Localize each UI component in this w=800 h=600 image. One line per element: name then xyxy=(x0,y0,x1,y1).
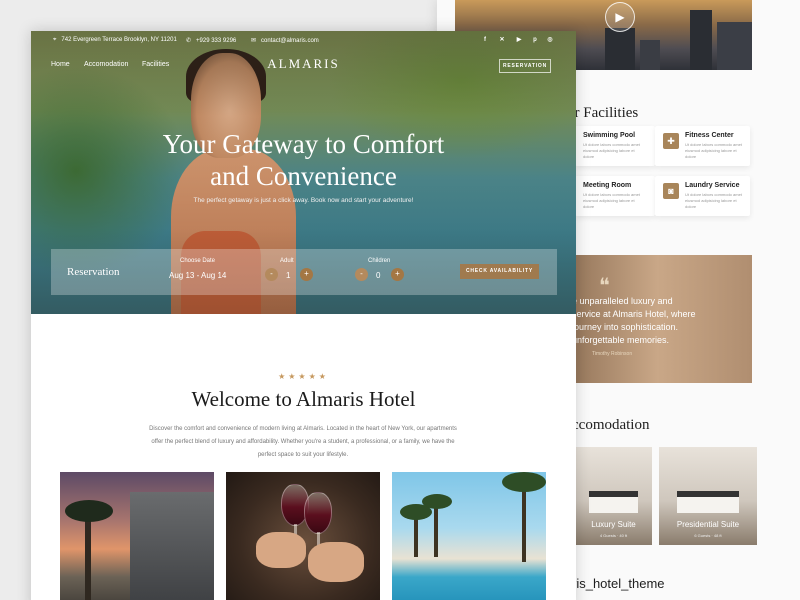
email-item[interactable]: ✉ contact@almaris.com xyxy=(251,37,319,44)
phone-item[interactable]: ✆ +929 333 9296 xyxy=(186,37,236,44)
children-plus-button[interactable]: + xyxy=(391,268,404,281)
facility-name: Laundry Service xyxy=(685,182,740,189)
instagram-handle: ris_hotel_theme xyxy=(572,576,665,591)
address-item: ⌖ 742 Evergreen Terrace Brooklyn, NY 1120… xyxy=(53,37,177,44)
room-card-presidential[interactable]: Presidential Suite 6 Guests · 48 ft xyxy=(659,447,757,545)
room-name: Presidential Suite xyxy=(676,520,740,529)
room-name: Luxury Suite xyxy=(591,520,636,529)
testimonial-author: Timothy Robinson xyxy=(592,351,633,357)
facility-name: Swimming Pool xyxy=(583,132,636,139)
date-label: Choose Date xyxy=(180,258,216,264)
instagram-icon[interactable]: ◎ xyxy=(546,36,554,44)
facility-card-laundry: ◙ Laundry Service Ut dolore labors commo… xyxy=(655,176,750,216)
room-meta: 4 Guests · 40 ft xyxy=(599,533,628,538)
welcome-description: Discover the comfort and convenience of … xyxy=(149,426,457,458)
facility-desc: Ut dolore labors commodo amet eiusmod ad… xyxy=(685,142,742,159)
adult-minus-button[interactable]: - xyxy=(265,268,278,281)
facility-desc: Ut dolore labors commodo amet eiusmod ad… xyxy=(685,192,742,209)
check-availability-button[interactable]: CHECK AVAILABILITY xyxy=(460,264,539,279)
testimonial-text: e unparalleled luxury and service at Alm… xyxy=(572,296,696,345)
hotel-exterior-photo xyxy=(60,472,214,600)
reservation-button[interactable]: RESERVATION xyxy=(499,59,551,73)
logo[interactable]: ALMARIS xyxy=(31,56,576,72)
facility-desc: Ut dolore labors commodo amet eiusmod ad… xyxy=(583,192,640,209)
facility-card-meeting: Meeting Room Ut dolore labors commodo am… xyxy=(575,176,655,216)
adult-label: Adult xyxy=(280,258,294,264)
x-icon[interactable]: ✕ xyxy=(498,36,506,44)
reservation-bar: Reservation Choose Date Aug 13 - Aug 14 … xyxy=(51,249,557,295)
accommodation-heading: ccomodation xyxy=(572,417,650,433)
facility-card-pool: Swimming Pool Ut dolore labors commodo a… xyxy=(575,126,655,166)
children-count: 0 xyxy=(376,271,381,280)
adult-count: 1 xyxy=(286,271,291,280)
date-picker[interactable]: Aug 13 - Aug 14 xyxy=(169,271,226,280)
hero-subtitle: The perfect getaway is just a click away… xyxy=(193,197,414,204)
rating-stars: ★★★★★ xyxy=(278,372,329,381)
address-text: 742 Evergreen Terrace Brooklyn, NY 11201 xyxy=(61,37,177,43)
facilities-heading: ur Facilities xyxy=(567,105,639,121)
room-meta: 6 Guests · 48 ft xyxy=(694,533,722,538)
hero-title: Your Gateway to Comfort and Convenience xyxy=(162,129,445,191)
children-minus-button[interactable]: - xyxy=(355,268,368,281)
pool-resort-photo xyxy=(392,472,546,600)
phone-text: +929 333 9296 xyxy=(196,38,237,44)
youtube-icon[interactable]: ▶ xyxy=(515,36,523,44)
children-label: Children xyxy=(368,258,391,264)
main-page-preview: ⌖ 742 Evergreen Terrace Brooklyn, NY 1120… xyxy=(31,31,576,600)
phone-icon: ✆ xyxy=(186,38,192,44)
facility-card-fitness: ✚ Fitness Center Ut dolore labors commod… xyxy=(655,126,750,166)
adult-plus-button[interactable]: + xyxy=(300,268,313,281)
dumbbell-icon: ✚ xyxy=(663,133,679,149)
reservation-title: Reservation xyxy=(67,266,120,278)
facility-name: Meeting Room xyxy=(583,182,632,189)
welcome-title: Welcome to Almaris Hotel xyxy=(191,387,416,411)
hero-section: ⌖ 742 Evergreen Terrace Brooklyn, NY 1120… xyxy=(31,31,576,314)
washing-machine-icon: ◙ xyxy=(663,183,679,199)
facebook-icon[interactable]: f xyxy=(481,36,489,44)
play-icon[interactable]: ▶ xyxy=(605,2,635,32)
wine-glasses-photo xyxy=(226,472,380,600)
room-card-luxury[interactable]: Luxury Suite 4 Guests · 40 ft xyxy=(575,447,652,545)
location-pin-icon: ⌖ xyxy=(53,37,57,43)
top-info-bar: ⌖ 742 Evergreen Terrace Brooklyn, NY 1120… xyxy=(31,31,576,49)
pinterest-icon[interactable]: p xyxy=(531,36,539,44)
email-text: contact@almaris.com xyxy=(261,38,319,44)
facility-desc: Ut dolore labors commodo amet eiusmod ad… xyxy=(583,142,640,159)
facility-name: Fitness Center xyxy=(685,132,734,139)
mail-icon: ✉ xyxy=(251,38,257,44)
